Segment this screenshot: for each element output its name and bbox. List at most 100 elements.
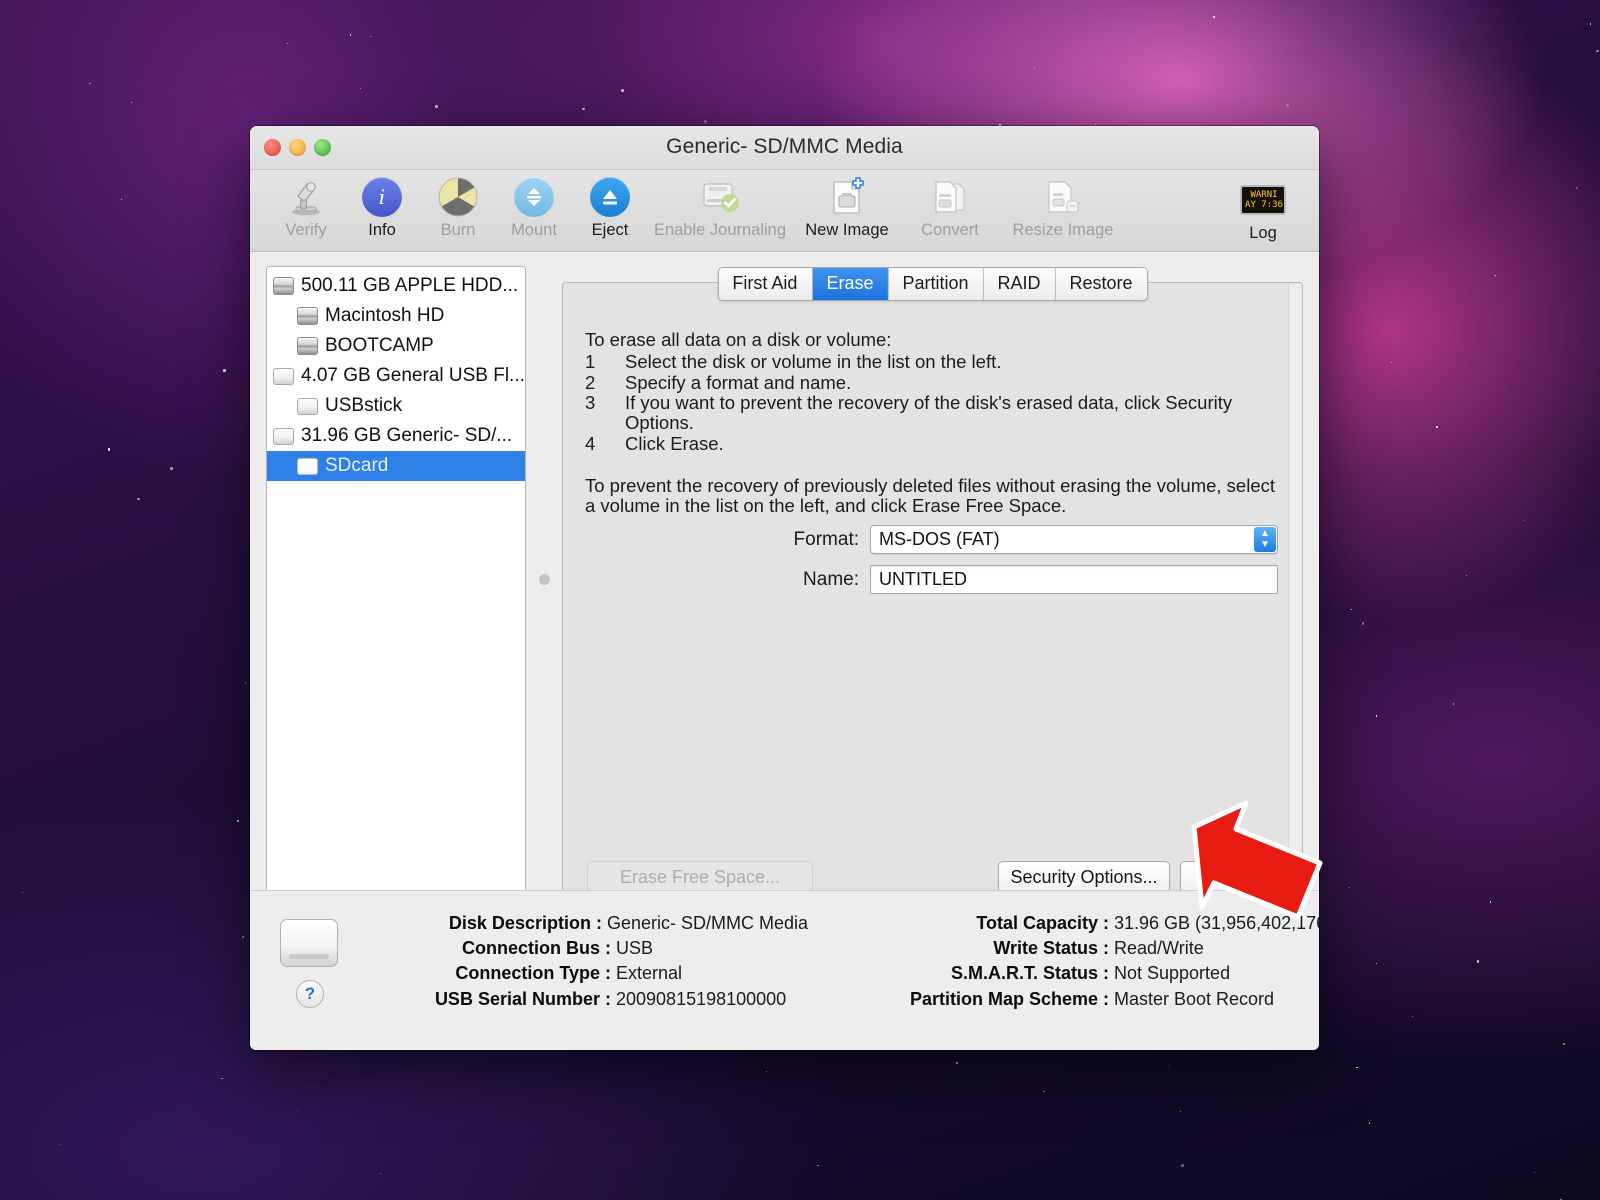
star (1356, 1067, 1357, 1068)
toolbar-button-burn[interactable]: Burn (420, 172, 496, 240)
star (1466, 575, 1467, 576)
star (170, 467, 173, 470)
star (221, 1078, 222, 1079)
step-text: Click Erase. (625, 434, 1278, 454)
tab-partition[interactable]: Partition (888, 268, 983, 300)
sidebar-item-label: 500.11 GB APPLE HDD... (301, 275, 518, 297)
toolbar-button-resize-image[interactable]: Resize Image (998, 172, 1128, 240)
info-separator: : (600, 963, 616, 984)
toolbar-label-convert: Convert (921, 221, 979, 240)
erase-button[interactable]: Erase... (1180, 861, 1284, 893)
toolbar-button-enable-journaling[interactable]: Enable Journaling (648, 172, 792, 240)
sidebar-item-disk-usb-flash[interactable]: 4.07 GB General USB Fl... (267, 361, 525, 391)
format-select-wrapper: MS-DOS (FAT) ▲▼ (870, 525, 1278, 554)
info-separator: : (1098, 989, 1114, 1010)
tab-restore[interactable]: Restore (1056, 268, 1147, 300)
name-input-wrapper: UNTITLED (870, 565, 1278, 594)
toolbar-label-burn: Burn (441, 221, 476, 240)
mount-icon (514, 175, 554, 219)
chevron-updown-icon: ▲▼ (1254, 527, 1276, 552)
info-key: Partition Map Scheme (838, 989, 1098, 1010)
info-row-connection-type: Connection Type : External (338, 963, 808, 984)
removable-disk-icon (273, 428, 294, 445)
step-text: If you want to prevent the recovery of t… (625, 393, 1278, 434)
star (1453, 703, 1454, 704)
info-column-left: Disk Description : Generic- SD/MMC Media… (338, 913, 808, 1010)
disk-list-sidebar[interactable]: 500.11 GB APPLE HDD... Macintosh HD BOOT… (266, 266, 526, 912)
step-number: 3 (585, 393, 625, 434)
security-options-button[interactable]: Security Options... (998, 861, 1170, 893)
sidebar-item-volume-usbstick[interactable]: USBstick (267, 391, 525, 421)
star (60, 1144, 61, 1145)
star (350, 34, 351, 35)
star (956, 1062, 959, 1065)
star (1181, 1164, 1184, 1167)
toolbar-label-enable-journaling: Enable Journaling (654, 221, 786, 240)
info-key: Connection Type (338, 963, 600, 984)
disk-info-panel: ? Disk Description : Generic- SD/MMC Med… (250, 890, 1319, 1050)
sidebar-item-disk-sd[interactable]: 31.96 GB Generic- SD/... (267, 421, 525, 451)
log-display-line2: AY 7:36 (1244, 200, 1284, 210)
info-value: Not Supported (1114, 963, 1230, 984)
erase-pane: First Aid Erase Partition RAID Restore T… (562, 282, 1303, 912)
format-select[interactable]: MS-DOS (FAT) ▲▼ (870, 525, 1278, 554)
star (1563, 1043, 1564, 1044)
info-key: Connection Bus (338, 938, 600, 959)
star (1490, 901, 1491, 902)
star (1576, 187, 1577, 188)
info-key: USB Serial Number (338, 989, 600, 1010)
resize-image-icon (1041, 175, 1085, 219)
toolbar-label-new-image: New Image (805, 221, 888, 240)
erase-free-space-button[interactable]: Erase Free Space... (587, 861, 813, 893)
info-row-disk-description: Disk Description : Generic- SD/MMC Media (338, 913, 808, 934)
name-input[interactable]: UNTITLED (870, 565, 1278, 594)
toolbar-label-info: Info (368, 221, 396, 240)
star (22, 892, 23, 893)
instruction-step-2: 2 Specify a format and name. (585, 373, 1278, 393)
info-row-usb-serial-number: USB Serial Number : 20090815198100000 (338, 989, 808, 1010)
window-titlebar[interactable]: Generic- SD/MMC Media (250, 126, 1319, 170)
main-scrollbar[interactable] (1288, 284, 1301, 910)
step-number: 4 (585, 434, 625, 454)
sidebar-item-volume-macintosh-hd[interactable]: Macintosh HD (267, 301, 525, 331)
erase-actions: Erase Free Space... Security Options... … (585, 861, 1280, 893)
toolbar-button-new-image[interactable]: New Image (792, 172, 902, 240)
burn-icon (437, 175, 479, 219)
star (1348, 887, 1349, 888)
tab-raid[interactable]: RAID (984, 268, 1056, 300)
toolbar-button-verify[interactable]: Verify (268, 172, 344, 240)
sidebar-item-label: 31.96 GB Generic- SD/... (301, 425, 512, 447)
info-separator: : (1098, 963, 1114, 984)
star (137, 498, 140, 501)
format-row: Format: MS-DOS (FAT) ▲▼ (563, 525, 1278, 554)
panel-splitter[interactable] (526, 266, 562, 912)
toolbar-button-eject[interactable]: Eject (572, 172, 648, 240)
info-value: Master Boot Record (1114, 989, 1274, 1010)
removable-volume-icon (297, 458, 318, 475)
info-key: Disk Description (338, 913, 591, 934)
toolbar-label-eject: Eject (592, 221, 629, 240)
info-row-smart-status: S.M.A.R.T. Status : Not Supported (838, 963, 1319, 984)
star (108, 448, 111, 451)
star (1376, 715, 1377, 716)
tab-erase[interactable]: Erase (812, 268, 888, 300)
toolbar-button-log[interactable]: WARNI AY 7:36 Log (1225, 175, 1301, 243)
star (1286, 104, 1289, 107)
sidebar-item-disk-0[interactable]: 500.11 GB APPLE HDD... (267, 271, 525, 301)
sidebar-item-volume-bootcamp[interactable]: BOOTCAMP (267, 331, 525, 361)
sidebar-item-volume-sdcard[interactable]: SDcard (267, 451, 525, 481)
toolbar-button-mount[interactable]: Mount (496, 172, 572, 240)
help-button[interactable]: ? (296, 980, 324, 1008)
instruction-step-1: 1 Select the disk or volume in the list … (585, 352, 1278, 372)
toolbar-label-log: Log (1249, 224, 1277, 243)
convert-icon (928, 175, 972, 219)
toolbar-button-convert[interactable]: Convert (902, 172, 998, 240)
instructions-intro: To erase all data on a disk or volume: (585, 330, 1278, 350)
tab-first-aid[interactable]: First Aid (718, 268, 812, 300)
removable-disk-icon (273, 368, 294, 385)
star (1043, 1091, 1044, 1092)
info-columns: Disk Description : Generic- SD/MMC Media… (338, 909, 1319, 1010)
toolbar-button-info[interactable]: i Info (344, 172, 420, 240)
name-value: UNTITLED (879, 569, 967, 590)
star (1213, 16, 1214, 17)
